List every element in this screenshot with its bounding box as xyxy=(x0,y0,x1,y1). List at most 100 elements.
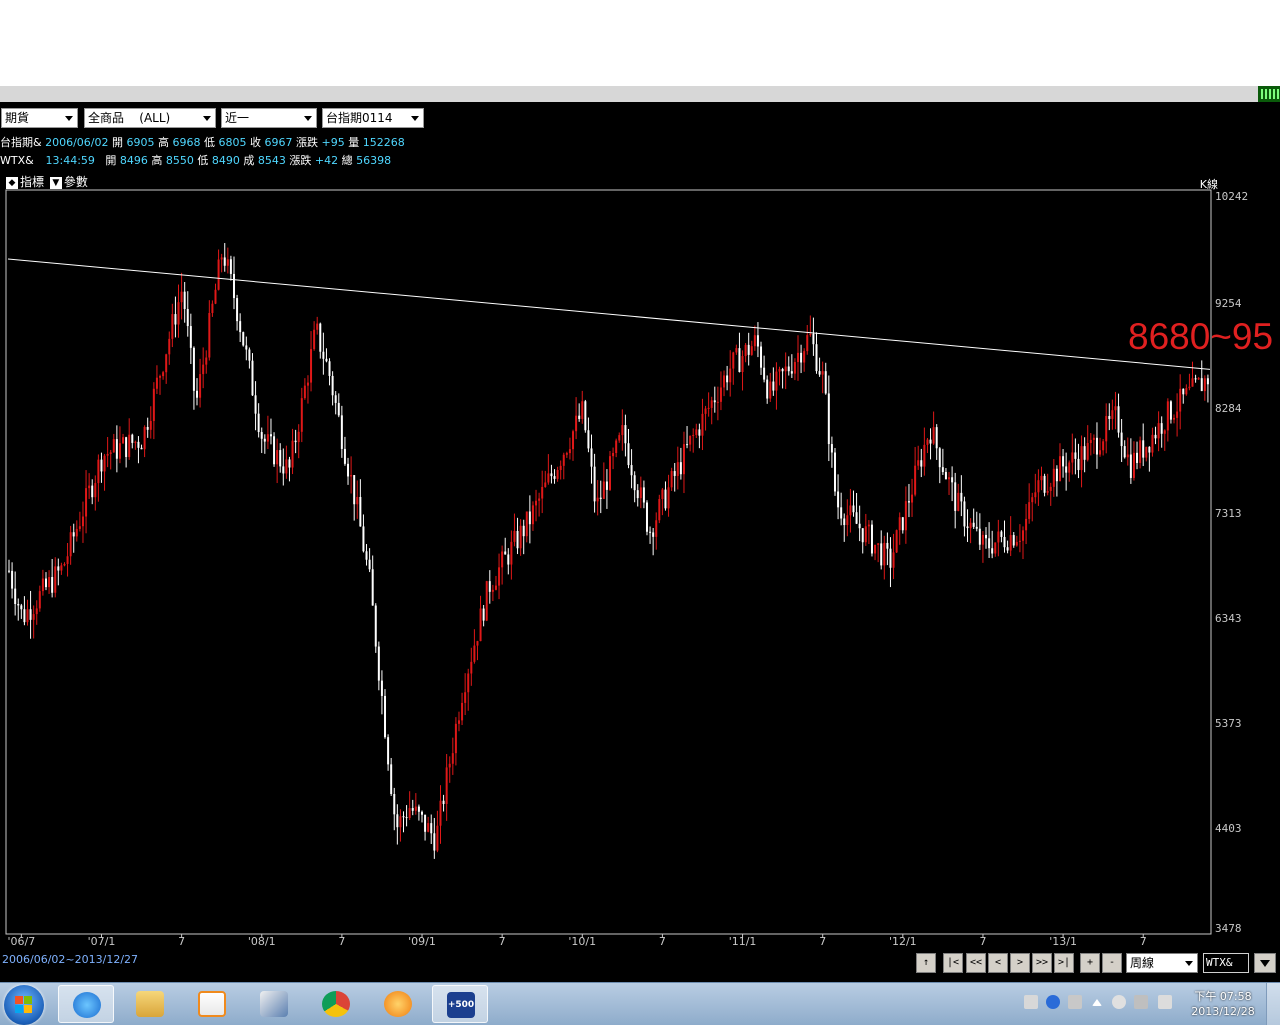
candle-body xyxy=(874,544,877,554)
candle-body xyxy=(624,425,627,444)
taskbar-mediaplayer-button[interactable] xyxy=(184,985,240,1023)
candle-body xyxy=(864,526,867,543)
candle-body xyxy=(220,257,223,260)
candle-body xyxy=(248,349,251,361)
candle-body xyxy=(784,366,787,372)
candle-body xyxy=(282,466,285,474)
candle-body xyxy=(846,515,849,526)
candle-body xyxy=(1120,432,1123,447)
candlestick-chart[interactable]: 102429254828473136343537344033478 '06/7 '… xyxy=(0,102,1280,952)
candle-body xyxy=(747,344,750,355)
start-button[interactable] xyxy=(4,985,44,1025)
candle-body xyxy=(1068,462,1071,473)
taskbar-clock[interactable]: 下午 07:58 2013/12/28 xyxy=(1188,989,1258,1019)
taskbar-ie-button[interactable] xyxy=(58,985,114,1023)
candle-body xyxy=(78,526,81,529)
x-tick-label: 7 xyxy=(659,935,666,948)
candle-body xyxy=(1105,416,1108,442)
candle-body xyxy=(778,369,781,372)
taskbar-explorer-button[interactable] xyxy=(122,985,178,1023)
taskbar-tools-button[interactable] xyxy=(246,985,302,1023)
candle-body xyxy=(609,456,611,490)
candle-body xyxy=(911,494,914,503)
taskbar-trading-app-button[interactable]: +500 xyxy=(432,985,488,1023)
candle-body xyxy=(257,413,260,433)
taskbar-foxit-button[interactable] xyxy=(370,985,426,1023)
candle-body xyxy=(1182,388,1185,395)
candle-body xyxy=(445,767,448,804)
candle-body xyxy=(790,371,793,374)
candle-body xyxy=(106,453,109,456)
candle-body xyxy=(112,439,115,453)
candle-body xyxy=(1188,386,1191,389)
trading-app-icon: +500 xyxy=(447,992,475,1018)
candle-body xyxy=(815,344,818,372)
nav-button[interactable]: >| xyxy=(1054,953,1074,973)
candle-body xyxy=(454,723,457,754)
candle-body xyxy=(803,351,806,363)
nav-button[interactable]: + xyxy=(1080,953,1100,973)
candle-body xyxy=(350,475,353,477)
period-select[interactable]: 周線 xyxy=(1126,953,1198,973)
candle-body xyxy=(146,426,149,430)
candle-body xyxy=(926,439,929,445)
candle-body xyxy=(556,469,559,479)
candle-body xyxy=(54,566,57,593)
app-tray-icon[interactable] xyxy=(1112,995,1126,1009)
y-tick-label: 8284 xyxy=(1215,402,1242,415)
candle-body xyxy=(1203,378,1206,392)
taskbar-chrome-button[interactable] xyxy=(308,985,364,1023)
candle-body xyxy=(769,381,772,399)
x-tick-label: 7 xyxy=(178,935,185,948)
chevron-up-icon[interactable] xyxy=(1092,999,1102,1006)
candle-body xyxy=(991,548,994,554)
symbol-input[interactable]: WTX& xyxy=(1203,953,1249,973)
candle-body xyxy=(938,448,941,468)
candle-body xyxy=(593,466,596,502)
symbol-dropdown-button[interactable] xyxy=(1254,953,1276,973)
nav-button[interactable]: - xyxy=(1102,953,1122,973)
keyboard-icon[interactable] xyxy=(1024,995,1038,1009)
candle-body xyxy=(1046,490,1049,493)
nav-button[interactable]: ↑ xyxy=(916,953,936,973)
volume-icon[interactable] xyxy=(1158,995,1172,1009)
candle-body xyxy=(1006,547,1009,551)
triangle-down-icon xyxy=(1260,960,1270,967)
candle-body xyxy=(951,477,954,483)
candle-body xyxy=(482,608,485,621)
candle-body xyxy=(1169,401,1172,420)
candle-body xyxy=(192,347,195,391)
tray-app-icon[interactable] xyxy=(1258,86,1280,102)
nav-button[interactable]: |< xyxy=(943,953,963,973)
language-icon[interactable] xyxy=(1068,995,1082,1009)
candle-body xyxy=(1043,475,1046,493)
nav-button[interactable]: < xyxy=(988,953,1008,973)
candle-body xyxy=(633,475,636,491)
candle-body xyxy=(963,501,966,527)
x-tick-label: '07/1 xyxy=(88,935,116,948)
candle-body xyxy=(168,338,171,355)
candle-body xyxy=(541,486,544,499)
candle-body xyxy=(461,702,464,721)
candle-body xyxy=(880,543,883,566)
candle-body xyxy=(479,608,482,642)
x-tick-label: '11/1 xyxy=(729,935,757,948)
candle-body xyxy=(1108,416,1111,419)
app-orange-icon xyxy=(384,991,412,1017)
x-tick-label: '12/1 xyxy=(889,935,917,948)
candle-body xyxy=(988,538,991,549)
nav-button[interactable]: >> xyxy=(1032,953,1052,973)
help-icon[interactable] xyxy=(1046,995,1060,1009)
candle-body xyxy=(1179,388,1182,412)
network-icon[interactable] xyxy=(1134,995,1148,1009)
nav-button[interactable]: > xyxy=(1010,953,1030,973)
candle-body xyxy=(196,390,199,398)
candle-body xyxy=(20,605,23,610)
candle-body xyxy=(969,522,972,529)
candle-body xyxy=(29,609,32,620)
candle-body xyxy=(528,511,531,525)
show-desktop-button[interactable] xyxy=(1266,983,1280,1025)
nav-button[interactable]: << xyxy=(966,953,986,973)
candle-body xyxy=(232,273,235,299)
candle-body xyxy=(531,505,534,525)
